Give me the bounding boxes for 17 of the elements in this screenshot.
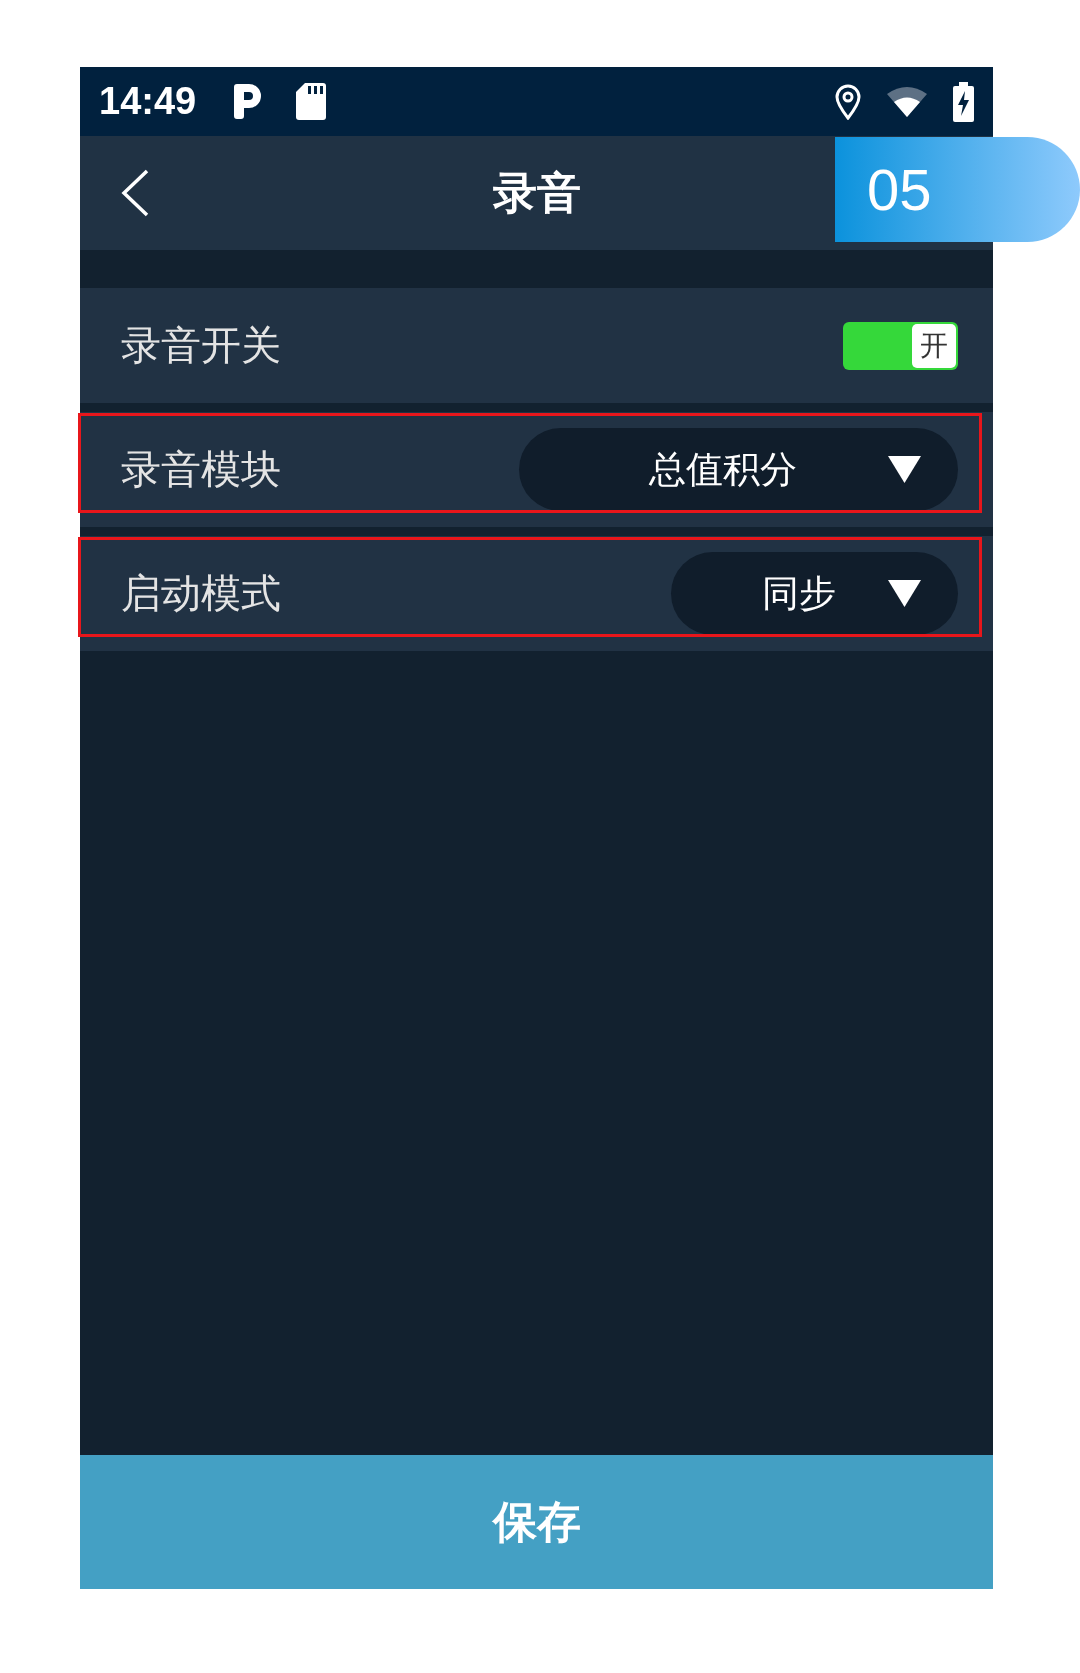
- setting-label: 录音模块: [121, 446, 281, 493]
- page-title: 录音: [492, 166, 581, 219]
- setting-label: 启动模式: [121, 570, 281, 617]
- setting-label: 录音开关: [121, 322, 281, 369]
- dropdown-select[interactable]: 同步: [671, 552, 958, 635]
- p-sign-icon: [234, 84, 263, 119]
- location-pin-icon: [835, 83, 861, 120]
- sd-card-icon: [296, 83, 327, 120]
- step-badge: 05: [835, 137, 1080, 242]
- wifi-icon: [887, 86, 927, 117]
- toggle-switch[interactable]: 开: [843, 321, 958, 370]
- battery-charging-icon: [953, 81, 974, 122]
- dropdown-select[interactable]: 总值积分: [519, 428, 958, 511]
- back-icon: [120, 169, 150, 217]
- caret-icon: [888, 580, 921, 607]
- status-time: 14:49: [99, 80, 197, 123]
- caret-icon: [888, 456, 921, 483]
